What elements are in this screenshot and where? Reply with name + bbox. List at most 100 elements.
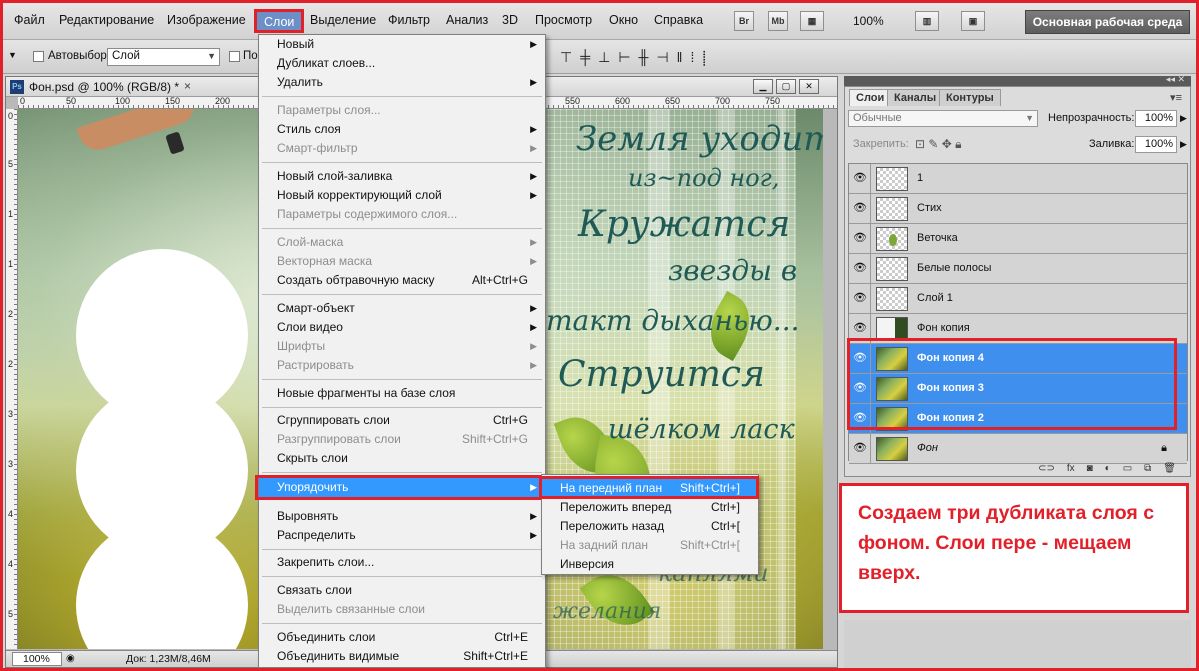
layer-menu-item[interactable]: Векторная маска ▶: [259, 252, 545, 271]
layer-menu-item[interactable]: Смарт-объект ▶: [259, 299, 545, 318]
layer-row[interactable]: 👁︎ Веточка: [849, 224, 1187, 254]
mini-bridge-button[interactable]: Mb: [768, 11, 788, 31]
visibility-toggle[interactable]: 👁︎: [849, 194, 871, 224]
maximize-button[interactable]: ▢: [776, 79, 796, 94]
align-vcenter-icon[interactable]: ╪: [580, 49, 590, 68]
layer-menu-item[interactable]: Параметры содержимого слоя...: [259, 205, 545, 224]
lock-icons[interactable]: ⊡ ✎ ✥ 🔒︎: [915, 137, 962, 152]
layer-menu-item[interactable]: Новый слой-заливка ▶: [259, 167, 545, 186]
bridge-button[interactable]: Br: [734, 11, 754, 31]
layer-menu-item[interactable]: Слои видео ▶: [259, 318, 545, 337]
arrange-documents-icon[interactable]: ▥: [915, 11, 939, 31]
menu-help[interactable]: Справка: [654, 13, 703, 27]
panel-collapse-strip[interactable]: ◂◂ ✕: [844, 74, 1191, 86]
align-left-icon[interactable]: ⊢: [618, 49, 630, 68]
link-layers-icon[interactable]: ⊂⊃: [1038, 463, 1055, 477]
tab-layers[interactable]: Слои: [849, 89, 892, 106]
workspace-button[interactable]: Основная рабочая среда: [1025, 10, 1190, 34]
new-layer-icon[interactable]: ⧉: [1144, 463, 1151, 477]
layer-menu-item[interactable]: Удалить ▶: [259, 73, 545, 92]
menu-layer[interactable]: Слои: [254, 9, 305, 33]
fill-arrow-icon[interactable]: ▶: [1180, 139, 1187, 150]
menu-file[interactable]: Файл: [14, 13, 45, 27]
menu-select[interactable]: Выделение: [310, 13, 376, 27]
layer-menu-item[interactable]: Закрепить слои...: [259, 553, 545, 572]
layer-row[interactable]: 👁︎ Белые полосы: [849, 254, 1187, 284]
arrange-submenu-item[interactable]: Переложить назад Ctrl+[: [542, 517, 758, 536]
menu-analysis[interactable]: Анализ: [446, 13, 488, 27]
visibility-toggle[interactable]: 👁︎: [849, 374, 871, 404]
align-top-icon[interactable]: ⊤: [560, 49, 572, 68]
layer-row[interactable]: 👁︎ Фон 🔒︎: [849, 434, 1187, 464]
show-transform-checkbox[interactable]: [229, 51, 240, 62]
autoselect-checkbox[interactable]: [33, 51, 44, 62]
opacity-arrow-icon[interactable]: ▶: [1180, 113, 1187, 124]
layer-row[interactable]: 👁︎ Фон копия: [849, 314, 1187, 344]
arrange-submenu-item[interactable]: Переложить вперед Ctrl+]: [542, 498, 758, 517]
layer-menu-item[interactable]: Связать слои: [259, 581, 545, 600]
blend-mode-dropdown[interactable]: Обычные ▼: [848, 110, 1038, 127]
layer-menu-item[interactable]: Объединить слои Ctrl+E: [259, 628, 545, 647]
arrange-submenu-item[interactable]: Инверсия: [542, 555, 758, 574]
layer-menu-item[interactable]: Новые фрагменты на базе слоя: [259, 384, 545, 403]
status-menu-icon[interactable]: ◉: [66, 653, 75, 664]
tab-paths[interactable]: Контуры: [939, 89, 1001, 106]
layer-menu-item[interactable]: Новый ▶: [259, 35, 545, 54]
layer-menu-item[interactable]: Слой-маска ▶: [259, 233, 545, 252]
arrange-submenu-item[interactable]: На задний план Shift+Ctrl+[: [542, 536, 758, 555]
layer-row[interactable]: 👁︎ Фон копия 2: [849, 404, 1187, 434]
panel-menu-icon[interactable]: ▾≡: [1170, 91, 1182, 104]
layer-menu-item[interactable]: Выровнять ▶: [259, 507, 545, 526]
visibility-toggle[interactable]: 👁︎: [849, 314, 871, 344]
layer-row[interactable]: 👁︎ 1: [849, 164, 1187, 194]
auto-align-icon[interactable]: ⸽: [702, 49, 706, 68]
autoselect-dropdown[interactable]: Слой ▼: [107, 48, 220, 66]
layer-row[interactable]: 👁︎ Слой 1: [849, 284, 1187, 314]
visibility-toggle[interactable]: 👁︎: [849, 254, 871, 284]
minimize-button[interactable]: ▁: [753, 79, 773, 94]
layer-menu-item[interactable]: Дубликат слоев...: [259, 54, 545, 73]
layer-row[interactable]: 👁︎ Фон копия 4: [849, 344, 1187, 374]
close-window-button[interactable]: ✕: [799, 79, 819, 94]
menu-image[interactable]: Изображение: [167, 13, 246, 27]
screen-mode-icon[interactable]: ▣: [961, 11, 985, 31]
distribute-center-icon[interactable]: ⁞: [690, 49, 694, 68]
visibility-toggle[interactable]: 👁︎: [849, 284, 871, 314]
tab-channels[interactable]: Каналы: [887, 89, 944, 106]
fill-field[interactable]: 100%: [1135, 136, 1177, 153]
layer-menu-item[interactable]: Новый корректирующий слой ▶: [259, 186, 545, 205]
layer-menu-item[interactable]: Скрыть слои: [259, 449, 545, 468]
visibility-toggle[interactable]: 👁︎: [849, 224, 871, 254]
layer-menu-item[interactable]: Упорядочить ▶: [259, 478, 545, 497]
layer-menu-item[interactable]: Сгруппировать слои Ctrl+G: [259, 411, 545, 430]
vertical-ruler[interactable]: 0 5 1 1 2 2 3 3 4 4 5: [6, 109, 18, 649]
align-hcenter-icon[interactable]: ╫: [639, 49, 649, 68]
layer-row[interactable]: 👁︎ Стих: [849, 194, 1187, 224]
layer-menu-item[interactable]: Разгруппировать слои Shift+Ctrl+G: [259, 430, 545, 449]
layer-menu-item[interactable]: Смарт-фильтр ▶: [259, 139, 545, 158]
layer-menu-item[interactable]: Выделить связанные слои: [259, 600, 545, 619]
layer-menu-item[interactable]: Параметры слоя...: [259, 101, 545, 120]
layer-menu-item[interactable]: Распределить ▶: [259, 526, 545, 545]
visibility-toggle[interactable]: 👁︎: [849, 344, 871, 374]
opacity-field[interactable]: 100%: [1135, 110, 1177, 127]
layer-menu-item[interactable]: Шрифты ▶: [259, 337, 545, 356]
add-mask-icon[interactable]: ◙: [1087, 463, 1093, 477]
zoom-field[interactable]: 100%: [12, 652, 62, 666]
trash-icon[interactable]: 🗑︎: [1163, 463, 1176, 477]
align-bottom-icon[interactable]: ⊥: [598, 49, 610, 68]
menu-edit[interactable]: Редактирование: [59, 13, 154, 27]
adjustment-layer-icon[interactable]: ◐: [1105, 463, 1111, 477]
new-group-icon[interactable]: ▭: [1123, 463, 1132, 477]
menu-filter[interactable]: Фильтр: [388, 13, 430, 27]
arrange-submenu-item[interactable]: На передний план Shift+Ctrl+]: [542, 479, 758, 498]
layer-menu-item[interactable]: Объединить видимые Shift+Ctrl+E: [259, 647, 545, 666]
visibility-toggle[interactable]: 👁︎: [849, 164, 871, 194]
layer-menu-item[interactable]: Стиль слоя ▶: [259, 120, 545, 139]
zoom-level[interactable]: 100%: [853, 14, 884, 28]
visibility-toggle[interactable]: 👁︎: [849, 434, 871, 464]
fx-icon[interactable]: fx: [1067, 463, 1075, 477]
menu-view[interactable]: Просмотр: [535, 13, 592, 27]
visibility-toggle[interactable]: 👁︎: [849, 404, 871, 434]
collapse-icon[interactable]: ◂◂ ✕: [1166, 74, 1185, 85]
